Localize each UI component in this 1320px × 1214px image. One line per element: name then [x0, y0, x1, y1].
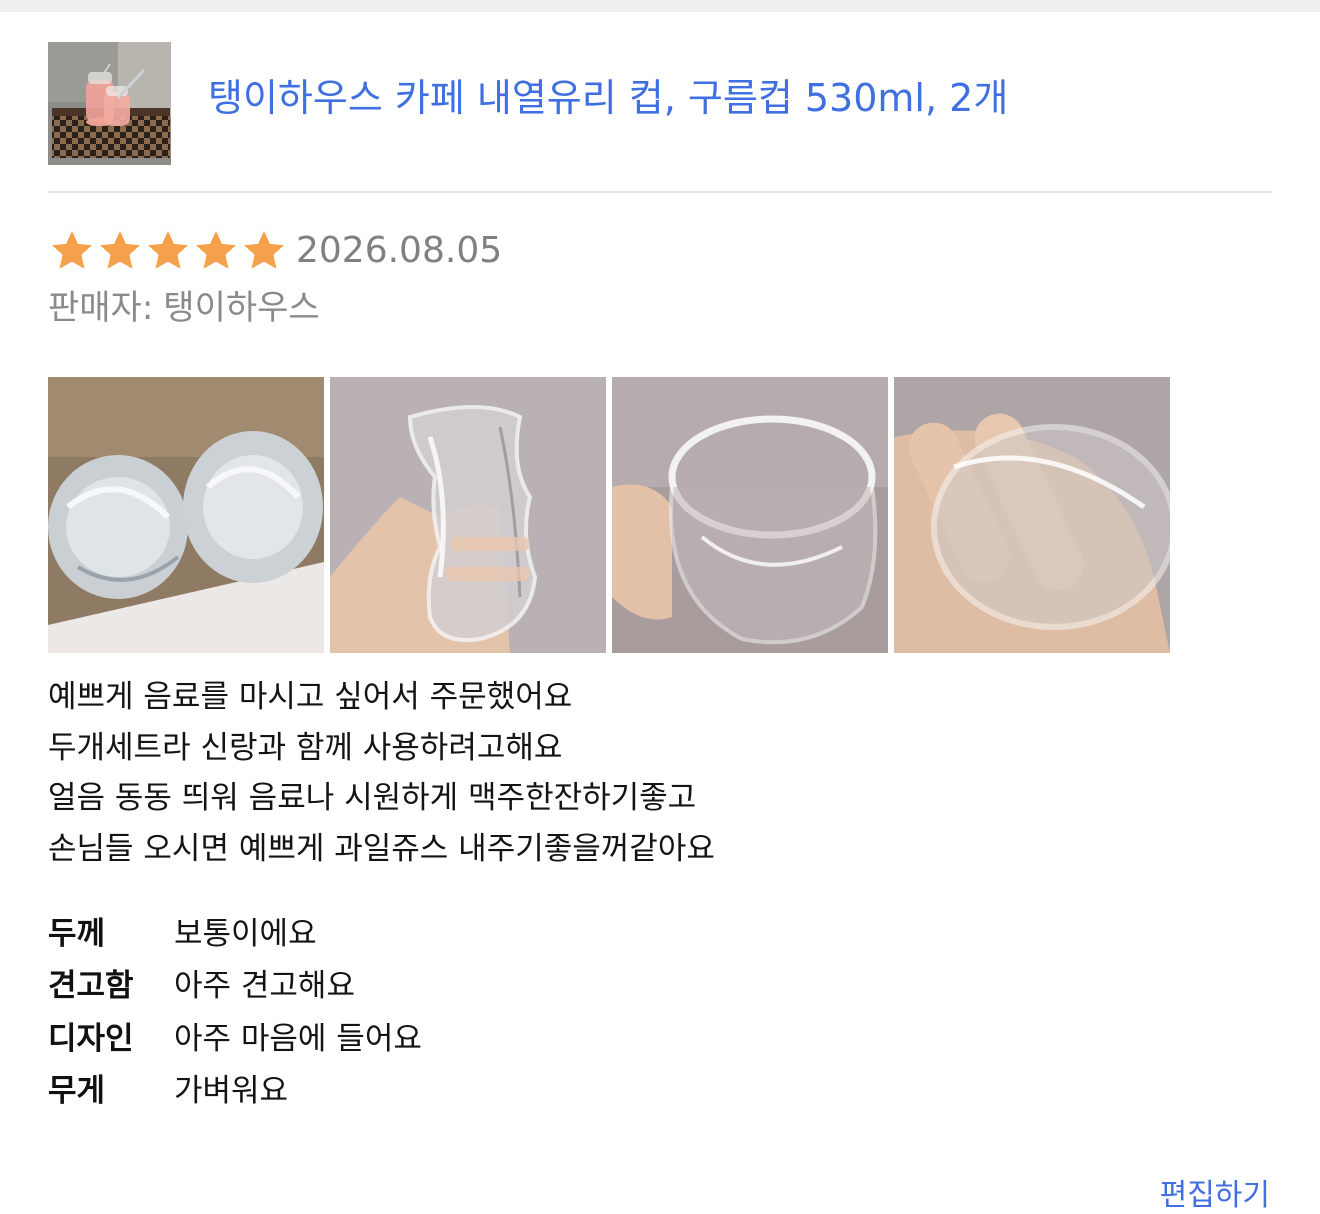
attribute-value: 아주 견고해요 — [174, 968, 355, 1005]
review-photos — [48, 377, 1170, 653]
attribute-design: 디자인 아주 마음에 들어요 — [48, 1009, 948, 1062]
star-icon — [52, 231, 92, 269]
star-rating — [48, 227, 288, 275]
seller-name: 탱이하우스 — [163, 288, 320, 328]
attribute-durability: 견고함 아주 견고해요 — [48, 957, 948, 1010]
attribute-value: 가벼워요 — [174, 1073, 289, 1110]
attribute-value: 보통이에요 — [174, 915, 317, 952]
seller-info: 판매자: 탱이하우스 — [48, 288, 320, 329]
attribute-label: 두께 — [48, 915, 106, 952]
review-line: 얼음 동동 띄워 음료나 시원하게 맥주한잔하기좋고 — [48, 780, 697, 816]
star-icon — [100, 231, 140, 269]
top-bar — [0, 0, 1320, 12]
divider — [48, 191, 1272, 193]
review-line: 두개세트라 신랑과 함께 사용하려고해요 — [48, 729, 563, 766]
attribute-value: 아주 마음에 들어요 — [174, 1020, 422, 1057]
attribute-label: 견고함 — [48, 968, 134, 1005]
photo-cup-in-hand[interactable] — [330, 377, 606, 653]
attribute-weight: 무게 가벼워요 — [48, 1062, 948, 1115]
seller-label: 판매자: — [48, 288, 154, 328]
review-body: 예쁘게 음료를 마시고 싶어서 주문했어요 두개세트라 신랑과 함께 사용하려고… — [48, 672, 1272, 874]
photo-packaging[interactable] — [48, 377, 324, 653]
attribute-label: 무게 — [48, 1073, 106, 1110]
attribute-label: 디자인 — [48, 1020, 134, 1057]
product-title[interactable]: 탱이하우스 카페 내열유리 컵, 구름컵 530ml, 2개 — [208, 76, 1008, 122]
star-icon — [196, 231, 236, 269]
product-thumbnail[interactable] — [48, 42, 171, 165]
product-header[interactable]: 탱이하우스 카페 내열유리 컵, 구름컵 530ml, 2개 — [48, 42, 1272, 166]
rating-row: 2026.08.05 — [48, 226, 502, 276]
review-date: 2026.08.05 — [296, 230, 503, 271]
photo-cup-rim[interactable] — [612, 377, 888, 653]
review-attributes: 두께 보통이에요 견고함 아주 견고해요 디자인 아주 마음에 들어요 무게 가… — [48, 904, 948, 1114]
edit-button[interactable]: 편집하기 — [1160, 1178, 1270, 1214]
star-icon — [244, 231, 284, 269]
review-line: 예쁘게 음료를 마시고 싶어서 주문했어요 — [48, 679, 573, 715]
attribute-thickness: 두께 보통이에요 — [48, 904, 948, 957]
photo-cup-bottom[interactable] — [894, 377, 1170, 653]
review-line: 손님들 오시면 예쁘게 과일쥬스 내주기좋을꺼같아요 — [48, 830, 715, 867]
star-icon — [148, 231, 188, 269]
